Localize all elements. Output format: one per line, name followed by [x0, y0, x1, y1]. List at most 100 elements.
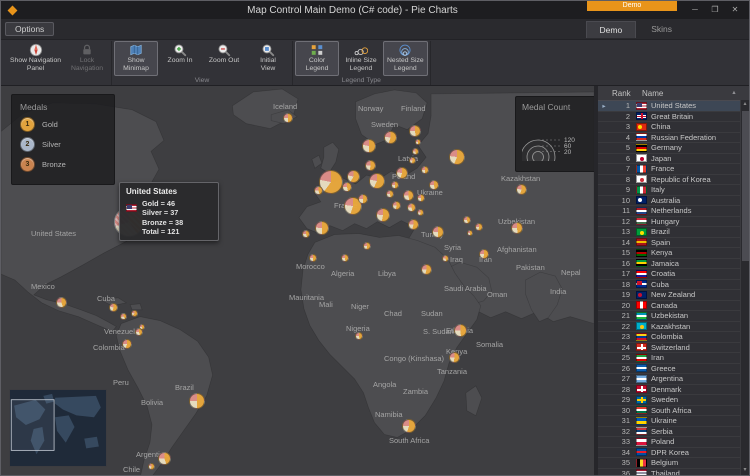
- titlebar[interactable]: Map Control Main Demo (C# code) - Pie Ch…: [1, 1, 749, 19]
- table-row[interactable]: 31Ukraine: [598, 416, 740, 427]
- column-header-name[interactable]: Name: [638, 89, 729, 98]
- table-row[interactable]: 30South Africa: [598, 406, 740, 417]
- pie-marker[interactable]: [463, 216, 471, 224]
- pie-marker[interactable]: [415, 139, 421, 145]
- pie-marker[interactable]: [122, 339, 132, 349]
- pie-marker[interactable]: [283, 113, 293, 123]
- table-row[interactable]: 35Belgium: [598, 458, 740, 469]
- table-row[interactable]: 21Uzbekistan: [598, 311, 740, 322]
- pie-marker[interactable]: [314, 186, 323, 195]
- show-navigation-panel-button[interactable]: Show Navigation Panel: [6, 41, 65, 76]
- pie-marker[interactable]: [148, 463, 155, 470]
- table-row[interactable]: 4Russian Federation: [598, 133, 740, 144]
- scroll-thumb[interactable]: [742, 111, 749, 261]
- pie-marker[interactable]: [363, 242, 371, 250]
- pie-marker[interactable]: [421, 166, 429, 174]
- maximize-button[interactable]: ❐: [705, 2, 725, 18]
- pie-marker[interactable]: [315, 221, 329, 235]
- pie-marker[interactable]: [158, 452, 171, 465]
- tab-skins[interactable]: Skins: [638, 21, 685, 38]
- table-row[interactable]: 18Cuba: [598, 280, 740, 291]
- table-row[interactable]: 29Sweden: [598, 395, 740, 406]
- lock-navigation-button[interactable]: Lock Navigation: [65, 41, 109, 76]
- table-row[interactable]: 17Croatia: [598, 269, 740, 280]
- inline-size-legend-button[interactable]: Inline Size Legend: [339, 41, 383, 76]
- pie-marker[interactable]: [467, 230, 473, 236]
- pie-marker[interactable]: [403, 190, 414, 201]
- table-row[interactable]: 19New Zealand: [598, 290, 740, 301]
- pie-marker[interactable]: [376, 208, 390, 222]
- pie-marker[interactable]: [408, 219, 419, 230]
- pie-marker[interactable]: [56, 297, 67, 308]
- zoom-in-button[interactable]: Zoom In: [158, 41, 202, 76]
- table-row[interactable]: 3China: [598, 122, 740, 133]
- pie-marker[interactable]: [362, 139, 376, 153]
- table-row[interactable]: 10Australia: [598, 196, 740, 207]
- table-row[interactable]: 8Republic of Korea: [598, 175, 740, 186]
- options-button[interactable]: Options: [5, 22, 54, 36]
- pie-marker[interactable]: [449, 149, 465, 165]
- table-row[interactable]: 24Switzerland: [598, 343, 740, 354]
- pie-marker[interactable]: [417, 209, 424, 216]
- pie-marker[interactable]: [412, 148, 419, 155]
- pie-marker[interactable]: [417, 194, 425, 202]
- minimap[interactable]: [9, 389, 107, 467]
- pie-marker[interactable]: [120, 313, 127, 320]
- table-scrollbar[interactable]: ▴ ▾: [740, 100, 749, 475]
- zoom-out-button[interactable]: Zoom Out: [202, 41, 246, 76]
- pie-marker[interactable]: [189, 393, 205, 409]
- table-row[interactable]: 32Serbia: [598, 427, 740, 438]
- pie-marker[interactable]: [391, 181, 399, 189]
- pie-marker[interactable]: [407, 203, 416, 212]
- pie-marker[interactable]: [386, 190, 394, 198]
- table-row[interactable]: 13Brazil: [598, 227, 740, 238]
- pie-marker[interactable]: [341, 254, 349, 262]
- table-row[interactable]: 20Canada: [598, 301, 740, 312]
- pie-marker[interactable]: [135, 328, 143, 336]
- table-row[interactable]: 28Denmark: [598, 385, 740, 396]
- table-row[interactable]: 12Hungary: [598, 217, 740, 228]
- minimize-button[interactable]: ─: [685, 2, 705, 18]
- table-header[interactable]: Rank Name ▲: [598, 86, 749, 101]
- scroll-down-icon[interactable]: ▾: [743, 466, 746, 475]
- table-row[interactable]: 33Poland: [598, 437, 740, 448]
- table-row[interactable]: ▸1United States: [598, 101, 740, 112]
- pie-marker[interactable]: [429, 180, 439, 190]
- pie-marker[interactable]: [342, 182, 352, 192]
- pie-marker[interactable]: [402, 419, 416, 433]
- pie-marker[interactable]: [396, 167, 408, 179]
- pie-marker[interactable]: [319, 170, 343, 194]
- table-row[interactable]: 25Iran: [598, 353, 740, 364]
- pie-marker[interactable]: [442, 255, 449, 262]
- pie-marker[interactable]: [479, 249, 489, 259]
- table-row[interactable]: 36Thailand: [598, 469, 740, 476]
- table-row[interactable]: 5Germany: [598, 143, 740, 154]
- pie-marker[interactable]: [365, 160, 376, 171]
- table-row[interactable]: 2Great Britain: [598, 112, 740, 123]
- pie-marker[interactable]: [432, 226, 444, 238]
- pie-marker[interactable]: [369, 173, 385, 189]
- table-row[interactable]: 14Spain: [598, 238, 740, 249]
- table-row[interactable]: 16Jamaica: [598, 259, 740, 270]
- pie-marker[interactable]: [449, 352, 460, 363]
- scroll-up-icon[interactable]: ▴: [743, 100, 746, 109]
- pie-marker[interactable]: [109, 303, 118, 312]
- tab-demo[interactable]: Demo: [586, 21, 637, 38]
- pie-marker[interactable]: [384, 131, 397, 144]
- table-row[interactable]: 9Italy: [598, 185, 740, 196]
- map-viewport[interactable]: United StatesMexicoCubaVenezuelaColombia…: [1, 86, 594, 475]
- pie-marker[interactable]: [358, 194, 368, 204]
- pie-marker[interactable]: [409, 157, 416, 164]
- pie-marker[interactable]: [347, 170, 360, 183]
- table-row[interactable]: 6Japan: [598, 154, 740, 165]
- color-legend-button[interactable]: Color Legend: [295, 41, 339, 76]
- pie-marker[interactable]: [392, 201, 401, 210]
- table-row[interactable]: 7France: [598, 164, 740, 175]
- table-row[interactable]: 11Netherlands: [598, 206, 740, 217]
- pie-marker[interactable]: [309, 254, 317, 262]
- close-button[interactable]: ✕: [725, 2, 745, 18]
- pie-marker[interactable]: [409, 125, 421, 137]
- table-row[interactable]: 34DPR Korea: [598, 448, 740, 459]
- show-minimap-button[interactable]: Show Minimap: [114, 41, 158, 76]
- column-header-rank[interactable]: Rank: [610, 89, 638, 98]
